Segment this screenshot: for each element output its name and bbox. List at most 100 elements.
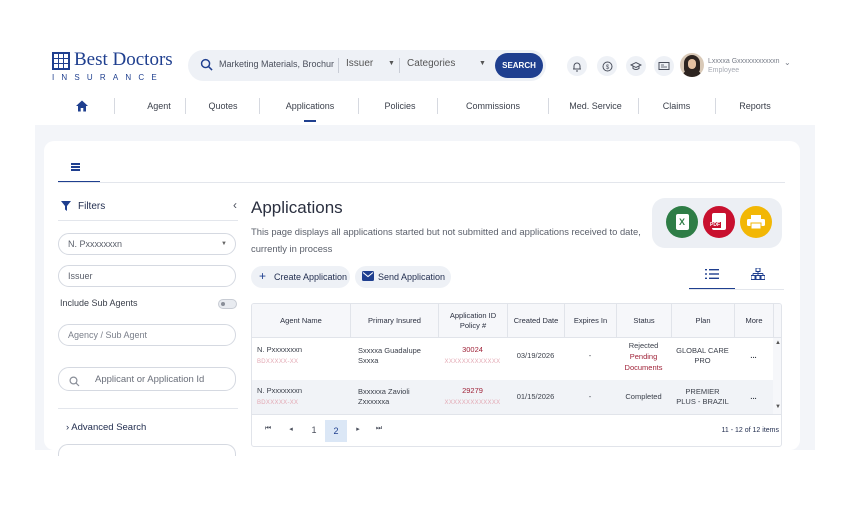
more-options-button[interactable]: ... [734, 380, 773, 414]
applicant-placeholder: Applicant or Application Id [95, 374, 205, 385]
search-divider [338, 58, 339, 73]
column-header-plan[interactable]: Plan [671, 304, 734, 338]
avatar[interactable] [680, 53, 704, 77]
search-icon [69, 376, 80, 387]
list-view-icon[interactable] [705, 268, 719, 280]
applications-table: Agent Name Primary Insured Application I… [251, 303, 782, 447]
search-button[interactable]: SEARCH [495, 53, 543, 78]
nav-item-applications[interactable]: Applications [275, 101, 345, 111]
bell-icon[interactable] [567, 56, 587, 76]
first-page-icon[interactable]: ⏮ [261, 425, 275, 433]
agent-select[interactable]: N. Pxxxxxxxn ▼ [58, 233, 236, 255]
create-application-label: Create Application [274, 272, 348, 282]
last-page-icon[interactable]: ⏭ [372, 425, 386, 433]
column-header-created-date[interactable]: Created Date [507, 304, 564, 338]
excel-label: X [675, 214, 689, 230]
agent-name-cell: N. Pxxxxxxxn BDXXXXX-XX [252, 339, 350, 373]
pagination-count: 11 - 12 of 12 items [721, 427, 779, 434]
nav-item-med-service[interactable]: Med. Service [558, 101, 633, 111]
brand-name: Best Doctors [74, 49, 173, 70]
scroll-up-icon[interactable]: ▲ [775, 340, 781, 346]
nav-item-agent[interactable]: Agent [134, 101, 184, 111]
scroll-down-icon[interactable]: ▼ [775, 404, 781, 410]
column-header-agent-name[interactable]: Agent Name [252, 304, 350, 338]
created-date-cell: 01/15/2026 [516, 392, 555, 401]
issuer-dropdown[interactable]: Issuer [346, 58, 373, 69]
nav-divider [638, 98, 639, 114]
applicant-search-input[interactable]: Applicant or Application Id [58, 367, 236, 391]
dollar-icon[interactable]: $ [597, 56, 617, 76]
user-name[interactable]: Lxxxxa Gxxxxxxxxxxxn [708, 58, 780, 65]
create-application-button[interactable]: + Create Application [251, 266, 350, 288]
column-header-status[interactable]: Status [616, 304, 671, 338]
pdf-icon[interactable]: PDF [703, 206, 735, 238]
divider [689, 289, 784, 290]
menu-icon[interactable] [71, 163, 80, 171]
plus-icon: + [259, 269, 267, 283]
primary-insured-cell: Sxxxxa Guadalupe Sxxxa [358, 346, 421, 365]
chevron-down-icon: ▼ [479, 60, 486, 67]
issuer-input[interactable]: Issuer [58, 265, 236, 287]
expires-in-cell: - [588, 392, 592, 401]
nav-item-policies[interactable]: Policies [375, 101, 425, 111]
brand-logo[interactable]: Best Doctors INSURANCE [52, 49, 173, 82]
more-options-button[interactable]: ... [734, 339, 773, 373]
envelope-icon [362, 271, 374, 281]
pdf-label: PDF [709, 222, 721, 228]
status-documents-link[interactable]: Documents [625, 362, 663, 373]
nav-item-commissions[interactable]: Commissions [453, 101, 533, 111]
advanced-search-toggle[interactable]: › Advanced Search [66, 422, 146, 433]
nav-divider [437, 98, 438, 114]
chevron-down-icon[interactable]: ⌄ [784, 58, 791, 67]
column-header-primary-insured[interactable]: Primary Insured [350, 304, 438, 338]
column-header-expires-in[interactable]: Expires In [564, 304, 616, 338]
header-scroll-gap [773, 304, 781, 338]
search-icon [200, 58, 213, 71]
nav-item-reports[interactable]: Reports [730, 101, 780, 111]
status-cell: Rejected Pending Documents [616, 339, 671, 373]
primary-insured-cell: Bxxxxxa Zavioli Zxxxxxxa [358, 387, 410, 406]
table-scrollbar[interactable]: ▲ ▼ [773, 338, 781, 414]
application-id-cell[interactable]: 30024 XXXXXXXXXXXXX [438, 339, 507, 373]
next-page-icon[interactable]: ▸ [351, 425, 365, 433]
table-row[interactable]: N. Pxxxxxxxn BDXXXXX-XX Sxxxxa Guadalupe … [252, 339, 773, 373]
search-input[interactable]: Marketing Materials, Brochur [219, 59, 334, 69]
categories-dropdown[interactable]: Categories [407, 58, 455, 69]
send-application-button[interactable]: Send Application [355, 266, 451, 288]
chevron-right-icon: › [66, 422, 70, 433]
status-pending-link[interactable]: Pending [625, 351, 663, 362]
agent-name: N. Pxxxxxxxn [257, 345, 303, 354]
main-nav: Agent Quotes Applications Policies Commi… [48, 96, 808, 122]
include-sub-agents-toggle[interactable] [218, 299, 237, 309]
home-icon[interactable] [75, 99, 89, 113]
nav-item-claims[interactable]: Claims [654, 101, 699, 111]
print-icon[interactable] [740, 206, 772, 238]
excel-icon[interactable]: X [666, 206, 698, 238]
prev-page-icon[interactable]: ◂ [284, 425, 298, 433]
column-header-more: More [734, 304, 773, 338]
graduation-cap-icon[interactable] [626, 56, 646, 76]
column-header-application-id[interactable]: Application ID Policy # [438, 304, 507, 338]
table-row[interactable]: N. Pxxxxxxxn BDXXXXX-XX Bxxxxxa Zavioli Z… [252, 380, 773, 414]
logo-mark-icon [52, 52, 70, 70]
page-title: Applications [251, 198, 343, 217]
hierarchy-view-icon[interactable] [751, 268, 765, 280]
agency-placeholder: Agency / Sub Agent [68, 330, 148, 340]
collapse-chevron-icon[interactable]: ‹ [233, 198, 237, 212]
chevron-down-icon: ▼ [388, 60, 395, 67]
nav-item-quotes[interactable]: Quotes [198, 101, 248, 111]
nav-divider [114, 98, 115, 114]
divider [58, 408, 238, 409]
application-id[interactable]: 29279 [462, 386, 483, 395]
agent-id: BDXXXXX-XX [257, 400, 299, 406]
table-header: Agent Name Primary Insured Application I… [252, 304, 781, 338]
filters-title: Filters [78, 201, 106, 212]
page-1-button[interactable]: 1 [307, 425, 321, 435]
agency-input[interactable]: Agency / Sub Agent [58, 324, 236, 346]
agent-select-value: N. Pxxxxxxxn [68, 239, 123, 249]
application-id[interactable]: 30024 [462, 345, 483, 354]
application-id-cell[interactable]: 29279 XXXXXXXXXXXXX [438, 380, 507, 414]
id-card-icon[interactable] [654, 56, 674, 76]
page-2-button[interactable]: 2 [325, 420, 347, 442]
pagination: ⏮ ◂ 1 2 ▸ ⏭ 11 - 12 of 12 items [252, 414, 781, 446]
